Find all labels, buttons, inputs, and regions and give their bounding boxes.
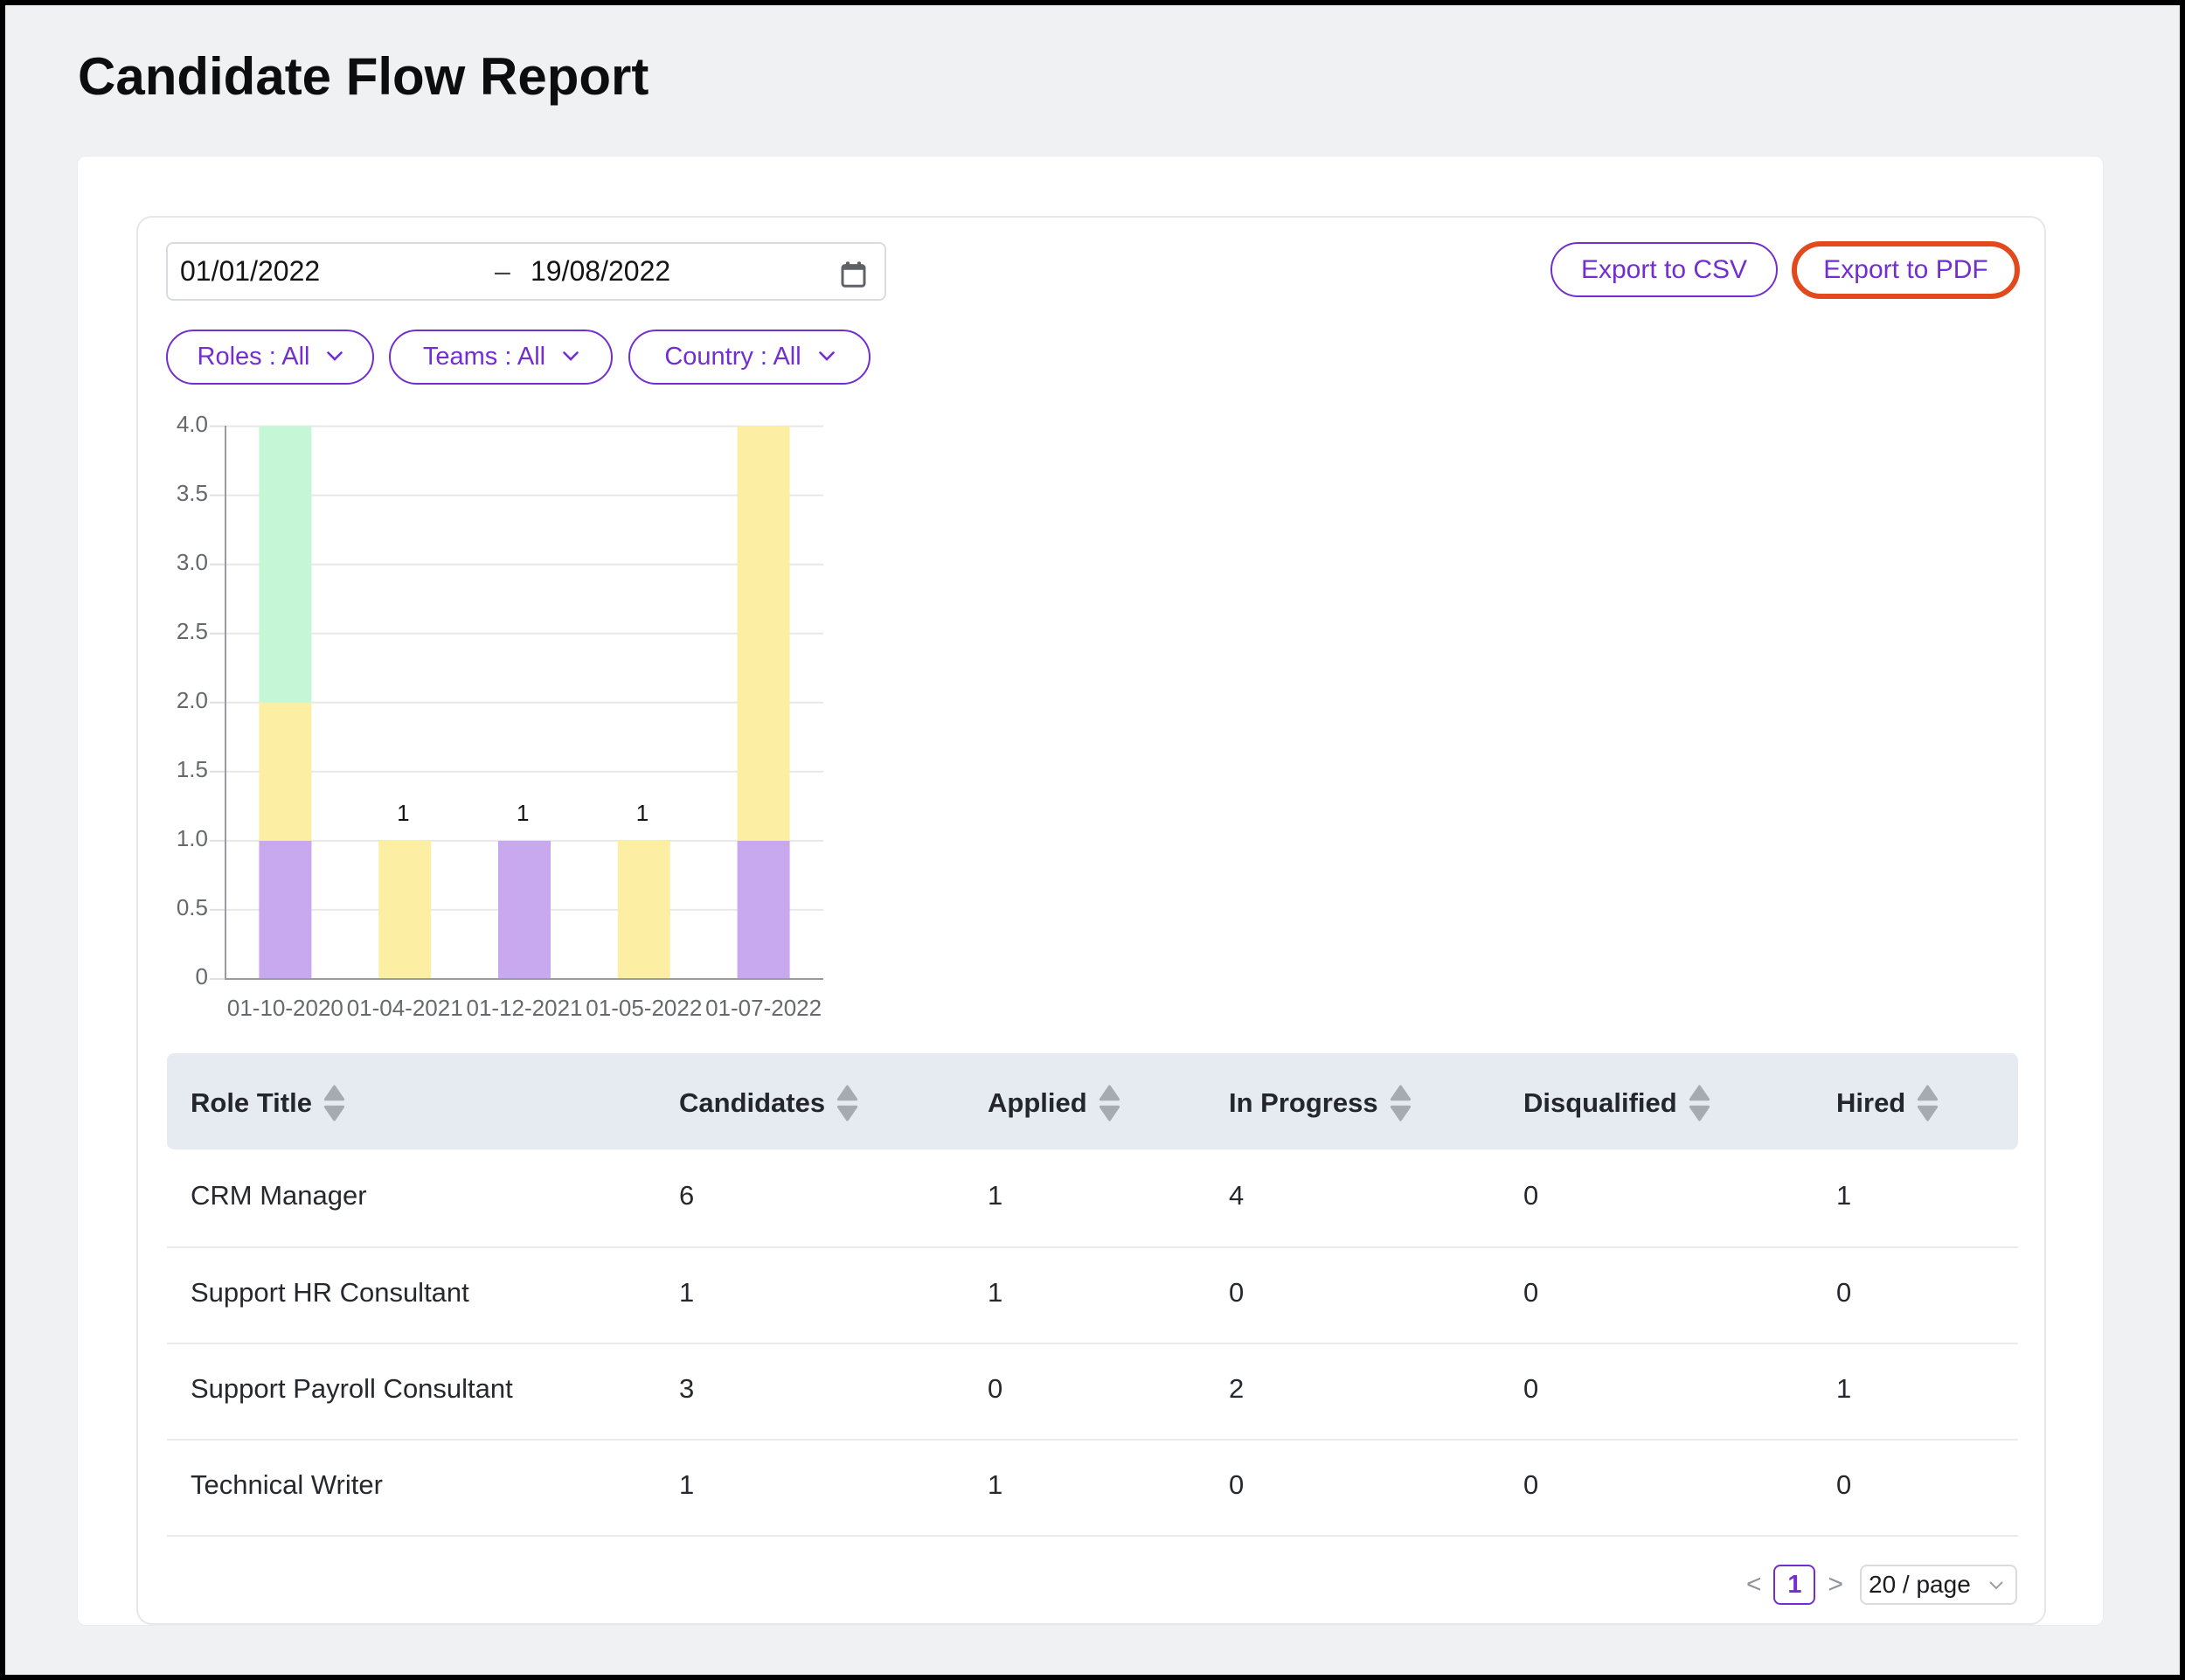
- svg-text:0: 0: [196, 963, 208, 989]
- svg-text:1: 1: [636, 800, 649, 826]
- svg-text:01-12-2021: 01-12-2021: [467, 995, 583, 1021]
- svg-text:1.0: 1.0: [177, 825, 208, 851]
- svg-text:01-05-2022: 01-05-2022: [586, 995, 702, 1021]
- svg-text:01-10-2020: 01-10-2020: [227, 995, 343, 1021]
- svg-text:01-07-2022: 01-07-2022: [705, 995, 822, 1021]
- svg-text:4.0: 4.0: [177, 411, 208, 437]
- svg-text:1: 1: [397, 800, 409, 826]
- svg-text:1.5: 1.5: [177, 756, 208, 782]
- svg-text:3.0: 3.0: [177, 549, 208, 575]
- svg-text:3.5: 3.5: [177, 480, 208, 506]
- svg-text:1: 1: [517, 800, 529, 826]
- svg-text:2.5: 2.5: [177, 618, 208, 644]
- svg-text:0.5: 0.5: [177, 894, 208, 920]
- svg-text:2.0: 2.0: [177, 687, 208, 713]
- svg-text:01-04-2021: 01-04-2021: [347, 995, 463, 1021]
